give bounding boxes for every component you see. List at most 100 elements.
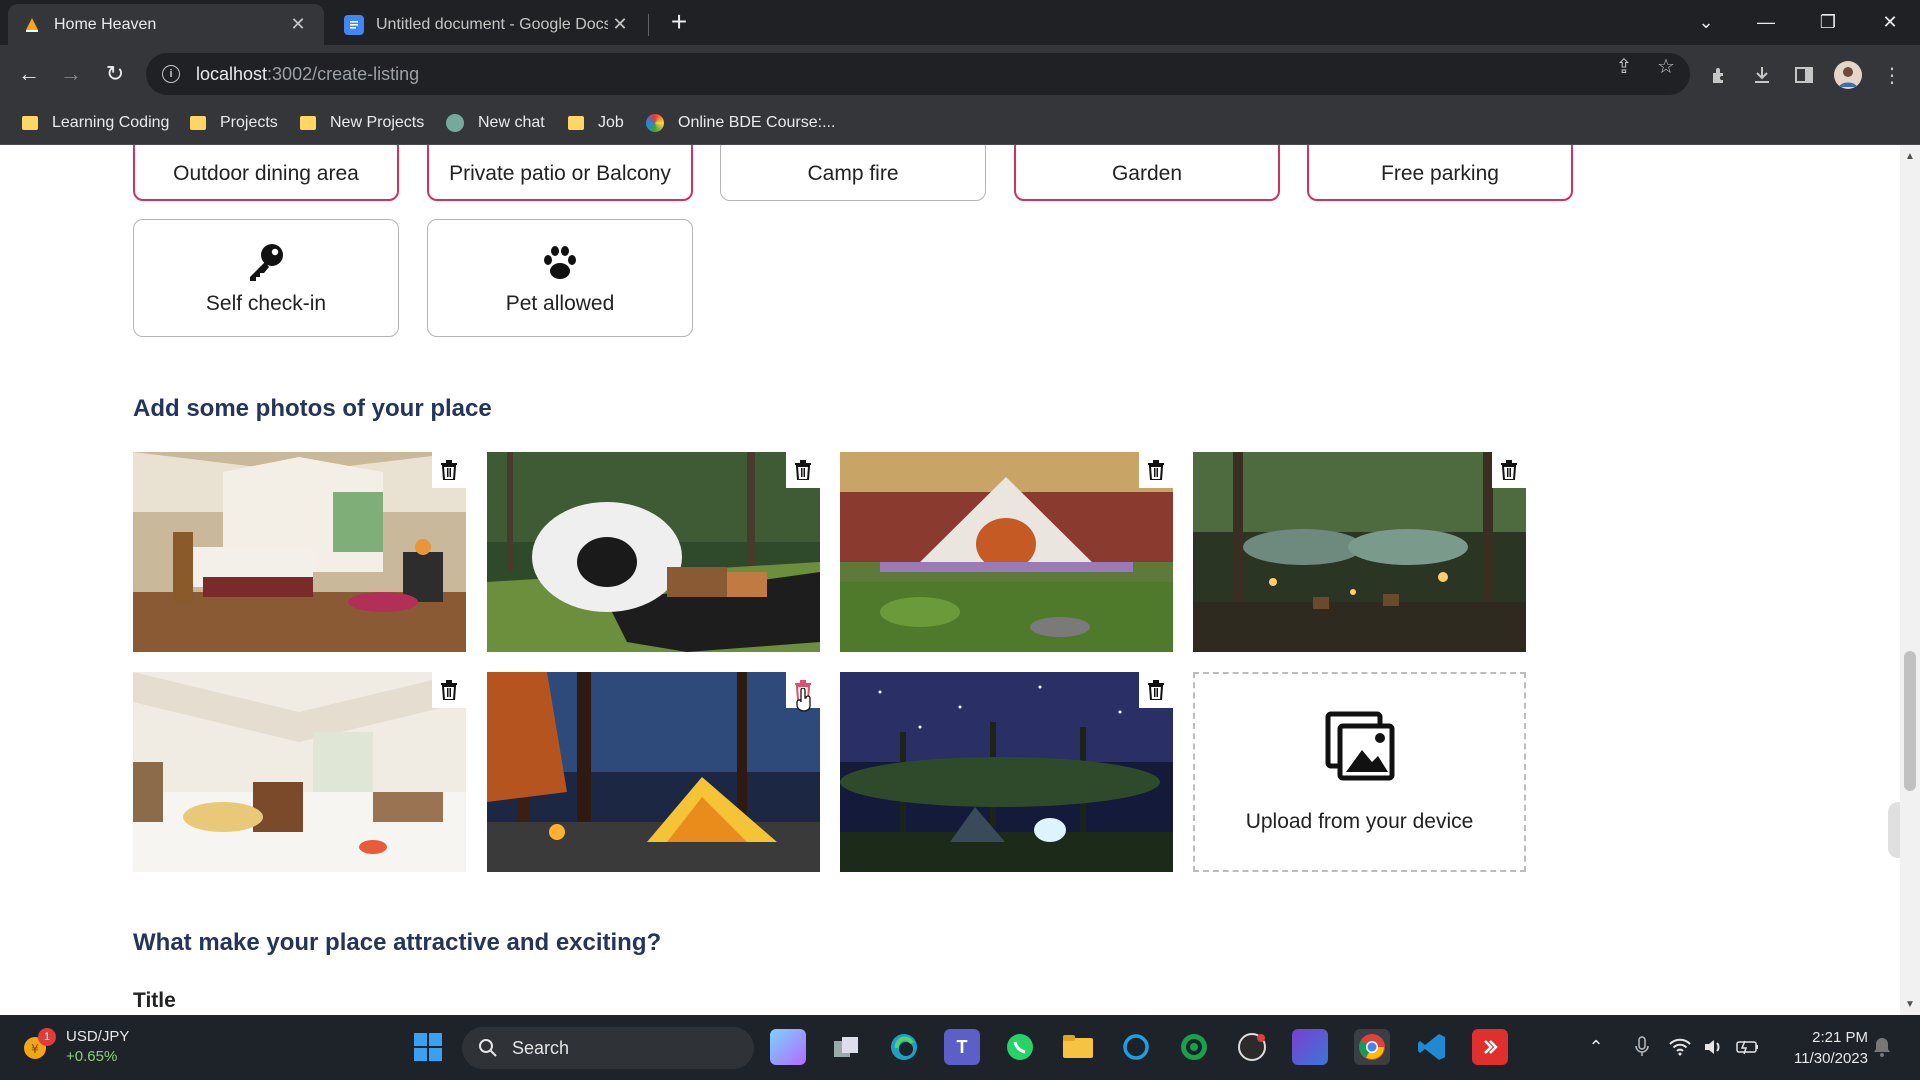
photo-bell-tent-garden xyxy=(840,452,1173,652)
photo-dome-tent xyxy=(487,452,820,652)
trash-icon xyxy=(1148,460,1164,480)
photo-tent-bedroom xyxy=(133,452,466,652)
photo-image xyxy=(487,672,820,872)
site-info-icon[interactable]: i xyxy=(162,65,180,83)
clipchamp-icon[interactable] xyxy=(1292,1029,1328,1065)
delete-photo-button[interactable] xyxy=(1492,452,1526,488)
tab-close-icon[interactable]: ✕ xyxy=(608,14,632,35)
side-panel-icon[interactable] xyxy=(1790,61,1818,89)
file-explorer-icon[interactable] xyxy=(1060,1029,1096,1065)
system-clock[interactable]: 2:21 PM 11/30/2023 xyxy=(1768,1027,1868,1069)
photo-night-forest-tent xyxy=(487,672,820,872)
download-icon[interactable] xyxy=(1748,61,1776,89)
stock-widget-icon: ¥ 1 xyxy=(22,1028,56,1062)
bookmark-projects[interactable]: Projects xyxy=(190,111,278,135)
home-heaven-favicon-icon xyxy=(22,15,42,35)
tab-home-heaven[interactable]: Home Heaven ✕ xyxy=(8,4,324,45)
taskbar-search[interactable]: Search xyxy=(462,1027,754,1069)
photo-image xyxy=(487,452,820,652)
share-icon[interactable]: ⇪ xyxy=(1610,52,1638,80)
photo-bright-tent-interior xyxy=(133,672,466,872)
trash-icon xyxy=(795,460,811,480)
bookmark-learning-coding[interactable]: Learning Coding xyxy=(22,111,169,135)
anydesk-icon[interactable] xyxy=(1472,1029,1508,1065)
upload-photo-dropzone[interactable]: Upload from your device xyxy=(1193,672,1526,872)
close-window-icon[interactable]: ✕ xyxy=(1868,0,1912,45)
notifications-bell-icon[interactable] xyxy=(1864,1029,1900,1065)
whatsapp-icon[interactable] xyxy=(1002,1029,1038,1065)
course-icon xyxy=(646,114,664,132)
wifi-icon[interactable] xyxy=(1662,1029,1698,1065)
show-hidden-icons-icon[interactable]: ⌃ xyxy=(1578,1029,1614,1065)
scroll-up-icon[interactable]: ▲ xyxy=(1904,151,1916,163)
obs-icon[interactable] xyxy=(1234,1029,1270,1065)
tab-google-docs[interactable]: Untitled document - Google Docs ✕ xyxy=(330,4,646,45)
folder-icon xyxy=(190,116,206,130)
stock-widget[interactable]: ¥ 1 USD/JPY +0.65% xyxy=(22,1027,129,1067)
teams-icon[interactable]: T xyxy=(944,1029,980,1065)
amenity-self-check-in[interactable]: Self check-in xyxy=(133,219,399,337)
photo-hammock-tents xyxy=(1193,452,1526,652)
cortana-icon[interactable] xyxy=(1118,1029,1154,1065)
paw-icon xyxy=(538,240,582,284)
amenity-camp-fire[interactable]: Camp fire xyxy=(720,145,986,201)
photo-image xyxy=(840,672,1173,872)
windows-start-icon[interactable] xyxy=(410,1029,446,1065)
tab-search-icon[interactable]: ⌄ xyxy=(1684,0,1728,45)
delete-photo-button[interactable] xyxy=(786,452,820,488)
delete-photo-button[interactable] xyxy=(1139,672,1173,708)
photos-section-heading: Add some photos of your place xyxy=(133,395,492,422)
delete-photo-button[interactable] xyxy=(432,452,466,488)
volume-icon[interactable] xyxy=(1696,1029,1732,1065)
search-placeholder: Search xyxy=(512,1037,570,1058)
delete-photo-button[interactable] xyxy=(432,672,466,708)
trash-icon xyxy=(441,680,457,700)
photo-image xyxy=(133,672,466,872)
details-section-heading: What make your place attractive and exci… xyxy=(133,929,662,956)
back-icon[interactable]: ← xyxy=(12,57,46,91)
tab-divider xyxy=(648,14,649,36)
microphone-icon[interactable] xyxy=(1624,1029,1660,1065)
amenity-free-parking[interactable]: Free parking xyxy=(1307,145,1573,201)
bookmarks-bar: Learning Coding Projects New Projects Ne… xyxy=(0,103,1920,145)
browser-tab-bar: Home Heaven ✕ Untitled document - Google… xyxy=(0,0,1920,45)
battery-icon[interactable] xyxy=(1730,1029,1766,1065)
scroll-thumb[interactable] xyxy=(1904,651,1916,791)
folder-icon xyxy=(300,116,316,130)
bookmark-online-bde-course[interactable]: Online BDE Course:... xyxy=(646,111,835,135)
profile-avatar[interactable] xyxy=(1834,61,1862,89)
folder-icon xyxy=(22,116,38,130)
bookmark-new-projects[interactable]: New Projects xyxy=(300,111,424,135)
bookmark-job[interactable]: Job xyxy=(568,111,624,135)
vscode-icon[interactable] xyxy=(1414,1029,1450,1065)
delete-photo-button[interactable] xyxy=(1139,452,1173,488)
reload-icon[interactable]: ↻ xyxy=(98,57,132,91)
amenity-outdoor-dining[interactable]: Outdoor dining area xyxy=(133,145,399,201)
amenity-private-patio[interactable]: Private patio or Balcony xyxy=(427,145,693,201)
amenity-garden[interactable]: Garden xyxy=(1014,145,1280,201)
google-docs-favicon-icon xyxy=(344,14,364,35)
tab-title: Untitled document - Google Docs xyxy=(376,15,608,33)
scroll-down-icon[interactable]: ▼ xyxy=(1904,999,1916,1011)
forward-icon[interactable]: → xyxy=(54,57,88,91)
menu-kebab-icon[interactable]: ⋮ xyxy=(1878,61,1906,89)
task-view-icon[interactable] xyxy=(828,1029,864,1065)
minimize-icon[interactable]: — xyxy=(1744,0,1788,45)
svg-text:¥: ¥ xyxy=(31,1042,39,1056)
edge-icon[interactable] xyxy=(886,1029,922,1065)
url-host: localhost xyxy=(196,63,268,84)
extensions-icon[interactable] xyxy=(1706,61,1734,89)
url-path: :3002/create-listing xyxy=(267,63,420,84)
amenity-pet-allowed[interactable]: Pet allowed xyxy=(427,219,693,337)
page-scrollbar[interactable]: ▲ ▼ xyxy=(1900,145,1920,1015)
chrome-icon[interactable] xyxy=(1354,1029,1390,1065)
tab-close-icon[interactable]: ✕ xyxy=(286,14,310,35)
address-bar[interactable]: i localhost:3002/create-listing xyxy=(146,53,1690,95)
bookmark-new-chat[interactable]: New chat xyxy=(446,111,545,135)
copilot-icon[interactable] xyxy=(770,1029,806,1065)
notification-badge: 1 xyxy=(38,1028,56,1046)
bookmark-star-icon[interactable]: ☆ xyxy=(1652,52,1680,80)
tracker-icon[interactable] xyxy=(1176,1029,1212,1065)
restore-icon[interactable]: ❐ xyxy=(1806,0,1850,45)
new-tab-button[interactable]: + xyxy=(664,8,694,38)
